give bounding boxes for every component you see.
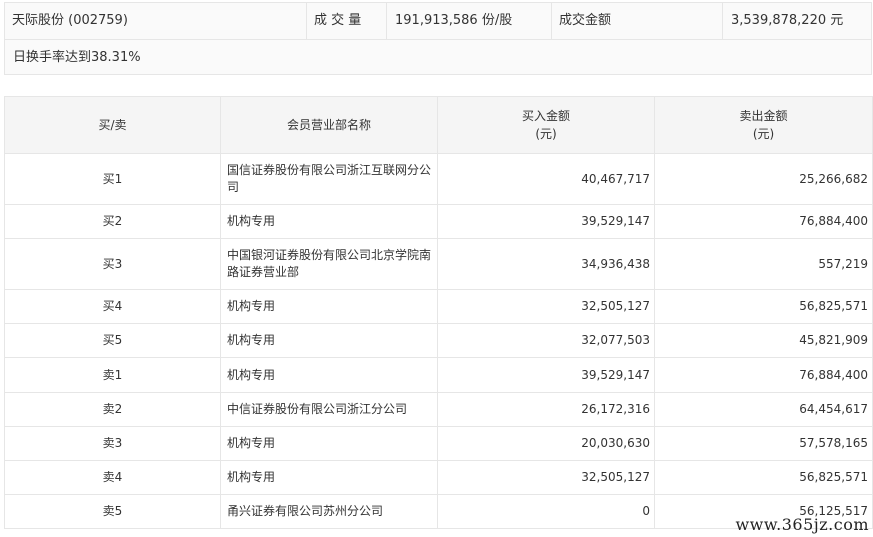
table-row: 买4 机构专用 32,505,127 56,825,571 <box>4 289 873 325</box>
row-buy-amount: 34,936,438 <box>437 238 655 291</box>
row-branch: 机构专用 <box>220 357 438 393</box>
row-sell-amount: 45,821,909 <box>654 323 873 359</box>
row-side: 买5 <box>4 323 221 359</box>
header-branch: 会员营业部名称 <box>220 96 438 154</box>
table-row: 买1 国信证券股份有限公司浙江互联网分公司 40,467,717 25,266,… <box>4 152 873 206</box>
table-row: 买2 机构专用 39,529,147 76,884,400 <box>4 204 873 240</box>
divider <box>386 3 387 39</box>
row-side: 买2 <box>4 204 221 240</box>
row-buy-amount: 20,030,630 <box>437 425 655 461</box>
row-sell-amount: 56,825,571 <box>654 289 873 325</box>
row-side: 卖2 <box>4 391 221 427</box>
row-sell-amount: 25,266,682 <box>654 152 873 206</box>
row-branch: 机构专用 <box>220 323 438 359</box>
row-branch: 中信证券股份有限公司浙江分公司 <box>220 391 438 427</box>
table-row: 买3 中国银河证券股份有限公司北京学院南路证券营业部 34,936,438 55… <box>4 238 873 291</box>
table-row: 卖2 中信证券股份有限公司浙江分公司 26,172,316 64,454,617 <box>4 391 873 427</box>
stock-summary: 天际股份 (002759) 成 交 量 191,913,586 份/股 成交金额… <box>4 2 872 75</box>
row-buy-amount: 26,172,316 <box>437 391 655 427</box>
row-side: 卖5 <box>4 493 221 530</box>
row-side: 卖3 <box>4 425 221 461</box>
header-buy-amount: 买入金额 (元) <box>437 96 655 154</box>
row-side: 卖4 <box>4 459 221 495</box>
row-buy-amount: 39,529,147 <box>437 357 655 393</box>
amount-label: 成交金额 <box>559 13 612 28</box>
row-buy-amount: 40,467,717 <box>437 152 655 206</box>
row-sell-amount: 56,825,571 <box>654 459 873 495</box>
row-buy-amount: 0 <box>437 493 655 530</box>
row-sell-amount: 76,884,400 <box>654 204 873 240</box>
row-buy-amount: 32,505,127 <box>437 289 655 325</box>
row-sell-amount: 64,454,617 <box>654 391 873 427</box>
row-side: 卖1 <box>4 357 221 393</box>
stock-name-code: 天际股份 (002759) <box>12 13 128 28</box>
row-branch: 机构专用 <box>220 289 438 325</box>
divider <box>551 3 552 39</box>
row-side: 买3 <box>4 238 221 291</box>
divider <box>306 3 307 39</box>
row-sell-amount: 76,884,400 <box>654 357 873 393</box>
header-side: 买/卖 <box>4 96 221 154</box>
row-branch: 甬兴证券有限公司苏州分公司 <box>220 493 438 530</box>
header-sell-line1: 卖出金额 <box>739 109 788 123</box>
row-buy-amount: 32,077,503 <box>437 323 655 359</box>
row-buy-amount: 32,505,127 <box>437 459 655 495</box>
watermark: www.365jz.com <box>735 515 869 534</box>
row-branch: 机构专用 <box>220 459 438 495</box>
row-branch: 机构专用 <box>220 425 438 461</box>
row-branch: 中国银河证券股份有限公司北京学院南路证券营业部 <box>220 238 438 291</box>
header-sell-line2: (元) <box>752 127 775 141</box>
row-side: 买4 <box>4 289 221 325</box>
turnover-note: 日换手率达到38.31% <box>13 50 141 65</box>
header-buy-line2: (元) <box>535 127 557 141</box>
row-side: 买1 <box>4 152 221 206</box>
row-branch: 机构专用 <box>220 204 438 240</box>
header-sell-amount: 卖出金额 (元) <box>654 96 873 154</box>
header-buy-line1: 买入金额 <box>521 109 570 123</box>
divider <box>722 3 723 39</box>
volume-value: 191,913,586 份/股 <box>395 13 513 28</box>
row-sell-amount: 557,219 <box>654 238 873 291</box>
table-row: 卖4 机构专用 32,505,127 56,825,571 <box>4 459 873 495</box>
summary-row: 天际股份 (002759) 成 交 量 191,913,586 份/股 成交金额… <box>5 3 871 40</box>
trading-seats-table: 买/卖 会员营业部名称 买入金额 (元) 卖出金额 (元) 买1 国信证券股份有… <box>4 96 873 530</box>
amount-value: 3,539,878,220 元 <box>731 13 844 28</box>
row-sell-amount: 57,578,165 <box>654 425 873 461</box>
table-row: 卖3 机构专用 20,030,630 57,578,165 <box>4 425 873 461</box>
table-row: 买5 机构专用 32,077,503 45,821,909 <box>4 323 873 359</box>
row-buy-amount: 39,529,147 <box>437 204 655 240</box>
volume-label: 成 交 量 <box>314 13 362 28</box>
row-branch: 国信证券股份有限公司浙江互联网分公司 <box>220 152 438 206</box>
table-header-row: 买/卖 会员营业部名称 买入金额 (元) 卖出金额 (元) <box>4 96 873 154</box>
table-row: 卖1 机构专用 39,529,147 76,884,400 <box>4 357 873 393</box>
